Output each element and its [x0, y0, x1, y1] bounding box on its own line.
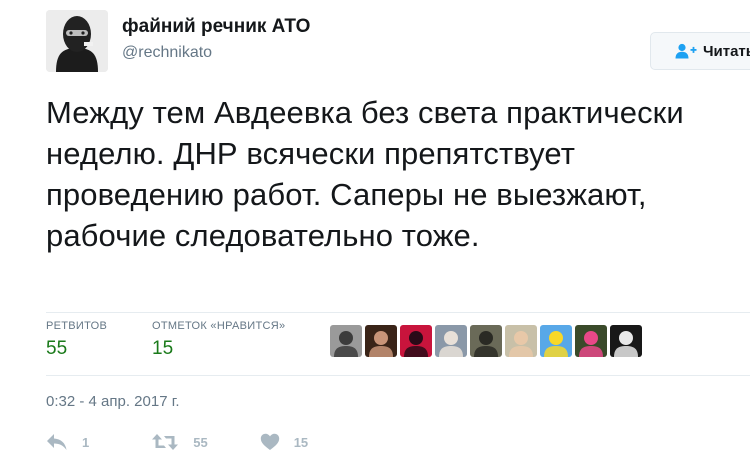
- heart-icon: [260, 433, 294, 451]
- tweet-text: Между тем Авдеевка без света практически…: [46, 95, 684, 253]
- like-action[interactable]: 15: [260, 433, 308, 451]
- tweet-stats: РЕТВИТОВ 55 ОТМЕТОК «НРАВИТСЯ» 15: [46, 320, 746, 370]
- divider-bottom: [46, 375, 750, 376]
- retweets-stat[interactable]: РЕТВИТОВ 55: [46, 320, 107, 360]
- person-plus-icon: [675, 43, 697, 59]
- liker-avatar[interactable]: [575, 325, 607, 357]
- author-fullname[interactable]: файний речник АТО: [122, 16, 310, 38]
- likes-value: 15: [152, 338, 174, 359]
- liker-avatar[interactable]: [505, 325, 537, 357]
- liker-avatar[interactable]: [610, 325, 642, 357]
- retweets-label: РЕТВИТОВ: [46, 320, 108, 332]
- tweet-actions: 1 55 15: [46, 428, 348, 456]
- author-handle[interactable]: @rechnikato: [122, 44, 212, 62]
- follow-button-label: Читать: [702, 42, 750, 60]
- likes-label: ОТМЕТОК «НРАВИТСЯ»: [152, 320, 286, 332]
- liker-avatar[interactable]: [435, 325, 467, 357]
- liker-avatar[interactable]: [400, 325, 432, 357]
- liker-avatar[interactable]: [365, 325, 397, 357]
- liker-avatar[interactable]: [330, 325, 362, 357]
- reply-icon: [46, 433, 82, 451]
- follow-button[interactable]: Читать: [650, 32, 750, 70]
- author-avatar[interactable]: [46, 10, 108, 72]
- retweet-count: 55: [193, 434, 208, 450]
- divider-top: [46, 312, 750, 313]
- reply-count: 1: [82, 434, 90, 450]
- retweet-icon: [151, 433, 193, 451]
- tweet: файний речник АТО @rechnikato Читать Меж…: [0, 0, 750, 465]
- tweet-timestamp[interactable]: 0:32 - 4 апр. 2017 г.: [46, 393, 180, 410]
- reply-action[interactable]: 1: [46, 433, 89, 451]
- liker-avatar[interactable]: [540, 325, 572, 357]
- retweet-action[interactable]: 55: [151, 433, 208, 451]
- like-count: 15: [293, 434, 309, 450]
- likes-stat[interactable]: ОТМЕТОК «НРАВИТСЯ» 15: [152, 320, 285, 360]
- balaclava-avatar-image: [46, 10, 108, 72]
- retweets-value: 55: [46, 338, 68, 359]
- liker-avatars: [330, 325, 642, 359]
- liker-avatar[interactable]: [470, 325, 502, 357]
- tweet-header: файний речник АТО @rechnikato Читать: [46, 10, 750, 74]
